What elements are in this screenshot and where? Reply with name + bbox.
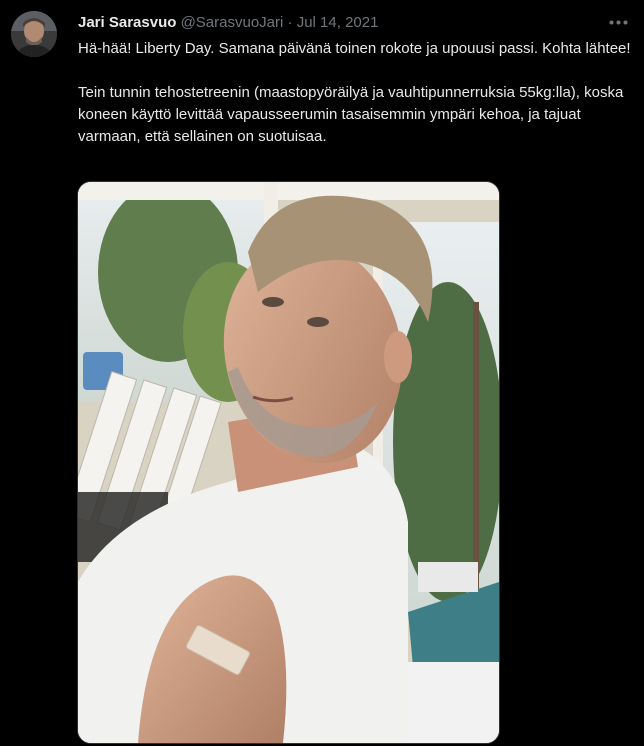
tweet-paragraph-1: Hä-hää! Liberty Day. Samana päivänä toin… — [78, 40, 631, 57]
tweet-date[interactable]: Jul 14, 2021 — [297, 14, 379, 31]
tweet-paragraph-2: Tein tunnin tehostetreenin (maastopyöräi… — [78, 84, 624, 145]
avatar-photo — [11, 11, 57, 57]
more-horizontal-icon — [609, 20, 627, 24]
tweet-header: Jari Sarasvuo @SarasvuoJari · Jul 14, 20… — [78, 13, 378, 33]
author-handle[interactable]: @SarasvuoJari — [181, 14, 284, 31]
tweet-photo[interactable] — [77, 181, 500, 744]
more-options-button[interactable] — [606, 10, 630, 34]
separator: · — [287, 14, 293, 31]
author-name[interactable]: Jari Sarasvuo — [78, 14, 176, 31]
tweet-text: Hä-hää! Liberty Day. Samana päivänä toin… — [78, 38, 632, 148]
photo-illustration — [78, 182, 499, 743]
avatar[interactable] — [11, 11, 57, 57]
